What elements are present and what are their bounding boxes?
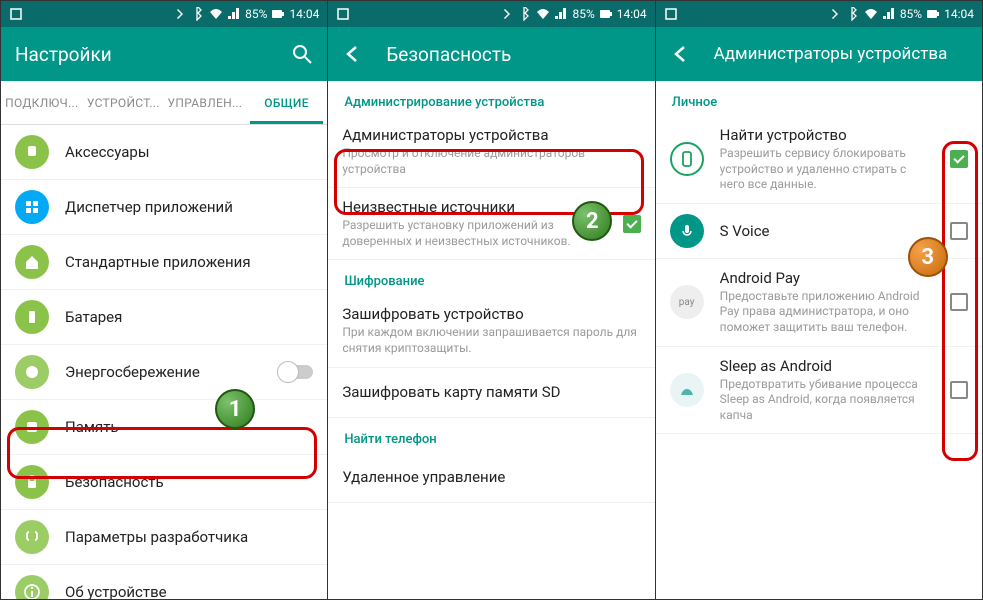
status-bar: 85% 14:04 — [656, 1, 982, 27]
back-icon[interactable] — [342, 43, 364, 65]
section-personal: Личное — [656, 81, 982, 116]
bluetooth-icon — [846, 7, 860, 21]
battery-icon — [926, 7, 940, 21]
sleep-icon — [670, 373, 704, 407]
find-device-checkbox[interactable] — [950, 150, 968, 168]
vibrate-icon — [173, 7, 187, 21]
status-bar: 85% 14:04 — [1, 1, 327, 27]
app-title: Безопасность — [386, 43, 511, 66]
section-admin: Администрирование устройства — [328, 81, 654, 116]
tab-controls[interactable]: УПРАВЛЕН... — [164, 81, 246, 124]
item-developer[interactable]: Параметры разработчика — [1, 510, 327, 565]
item-storage[interactable]: Память — [1, 400, 327, 455]
grid-icon — [15, 190, 49, 224]
wifi-icon — [864, 7, 878, 21]
battery-icon — [599, 7, 613, 21]
plug-icon — [15, 135, 49, 169]
pane-device-admins: 85% 14:04 Администраторы устройства Личн… — [656, 1, 982, 599]
app-bar: Администраторы устройства — [656, 27, 982, 81]
lock-icon — [15, 465, 49, 499]
bluetooth-icon — [518, 7, 532, 21]
battery-percent: 85% — [900, 7, 922, 21]
clock: 14:04 — [944, 7, 974, 21]
item-encrypt-sd[interactable]: Зашифровать карту памяти SD — [328, 368, 654, 418]
item-default-apps[interactable]: Стандартные приложения — [1, 235, 327, 290]
bluetooth-icon — [191, 7, 205, 21]
androidpay-icon: pay — [670, 285, 704, 319]
vibrate-icon — [500, 7, 514, 21]
signal-icon — [227, 7, 241, 21]
app-bar: Безопасность — [328, 27, 654, 81]
section-encryption: Шифрование — [328, 260, 654, 295]
app-bar: Настройки — [1, 27, 327, 81]
item-about[interactable]: Об устройстве — [1, 565, 327, 599]
item-unknown-sources[interactable]: Неизвестные источникиРазрешить установку… — [328, 188, 654, 260]
settings-list[interactable]: Аксессуары Диспетчер приложений Стандарт… — [1, 125, 327, 599]
search-icon[interactable] — [291, 43, 313, 65]
screenshot-icon — [336, 7, 350, 21]
section-find-phone: Найти телефон — [328, 418, 654, 453]
app-title: Администраторы устройства — [714, 44, 948, 64]
clock: 14:04 — [289, 7, 319, 21]
admin-android-pay[interactable]: pay Android PayПредоставьте приложению A… — [656, 259, 982, 347]
vibrate-icon — [828, 7, 842, 21]
status-bar: 85% 14:04 — [328, 1, 654, 27]
pane-security: 85% 14:04 Безопасность Администрирование… — [328, 1, 655, 599]
signal-icon — [554, 7, 568, 21]
unknown-sources-checkbox[interactable] — [623, 215, 641, 233]
sleep-checkbox[interactable] — [950, 381, 968, 399]
tab-general[interactable]: ОБЩИЕ — [246, 81, 328, 124]
home-icon — [15, 245, 49, 279]
info-icon — [15, 575, 49, 599]
braces-icon — [15, 520, 49, 554]
item-accessories[interactable]: Аксессуары — [1, 125, 327, 180]
security-list[interactable]: Администрирование устройства Администрат… — [328, 81, 654, 599]
item-battery[interactable]: Батарея — [1, 290, 327, 345]
item-app-manager[interactable]: Диспетчер приложений — [1, 180, 327, 235]
admins-list[interactable]: Личное Найти устройствоРазрешить сервису… — [656, 81, 982, 599]
battery-icon — [15, 300, 49, 334]
screenshot-icon — [664, 7, 678, 21]
clock: 14:04 — [617, 7, 647, 21]
pane-settings: 85% 14:04 Настройки ПОДКЛЮЧ... УСТРОЙСТ.… — [1, 1, 328, 599]
battery-icon — [271, 7, 285, 21]
tab-connections[interactable]: ПОДКЛЮЧ... — [1, 81, 83, 124]
item-power-saving[interactable]: Энергосбережение — [1, 345, 327, 400]
item-encrypt-device[interactable]: Зашифровать устройствоПри каждом включен… — [328, 295, 654, 367]
item-device-admins[interactable]: Администраторы устройстваПросмотр и откл… — [328, 116, 654, 188]
svoice-icon — [670, 214, 704, 248]
wifi-icon — [536, 7, 550, 21]
battery-percent: 85% — [245, 7, 267, 21]
wifi-icon — [209, 7, 223, 21]
signal-icon — [882, 7, 896, 21]
power-toggle[interactable] — [279, 365, 313, 379]
item-security[interactable]: Безопасность — [1, 455, 327, 510]
storage-icon — [15, 410, 49, 444]
screenshot-icon — [9, 7, 23, 21]
leaf-icon — [15, 355, 49, 389]
tab-device[interactable]: УСТРОЙСТ... — [83, 81, 165, 124]
app-title: Настройки — [15, 43, 112, 66]
admin-sleep-android[interactable]: Sleep as AndroidПредотвратить убивание п… — [656, 347, 982, 435]
find-device-icon — [670, 142, 704, 176]
tab-bar: ПОДКЛЮЧ... УСТРОЙСТ... УПРАВЛЕН... ОБЩИЕ — [1, 81, 327, 125]
admin-s-voice[interactable]: S Voice — [656, 204, 982, 259]
back-icon[interactable] — [670, 43, 692, 65]
androidpay-checkbox[interactable] — [950, 293, 968, 311]
admin-find-device[interactable]: Найти устройствоРазрешить сервису блокир… — [656, 116, 982, 204]
battery-percent: 85% — [572, 7, 594, 21]
item-remote-control[interactable]: Удаленное управление — [328, 453, 654, 503]
svoice-checkbox[interactable] — [950, 222, 968, 240]
